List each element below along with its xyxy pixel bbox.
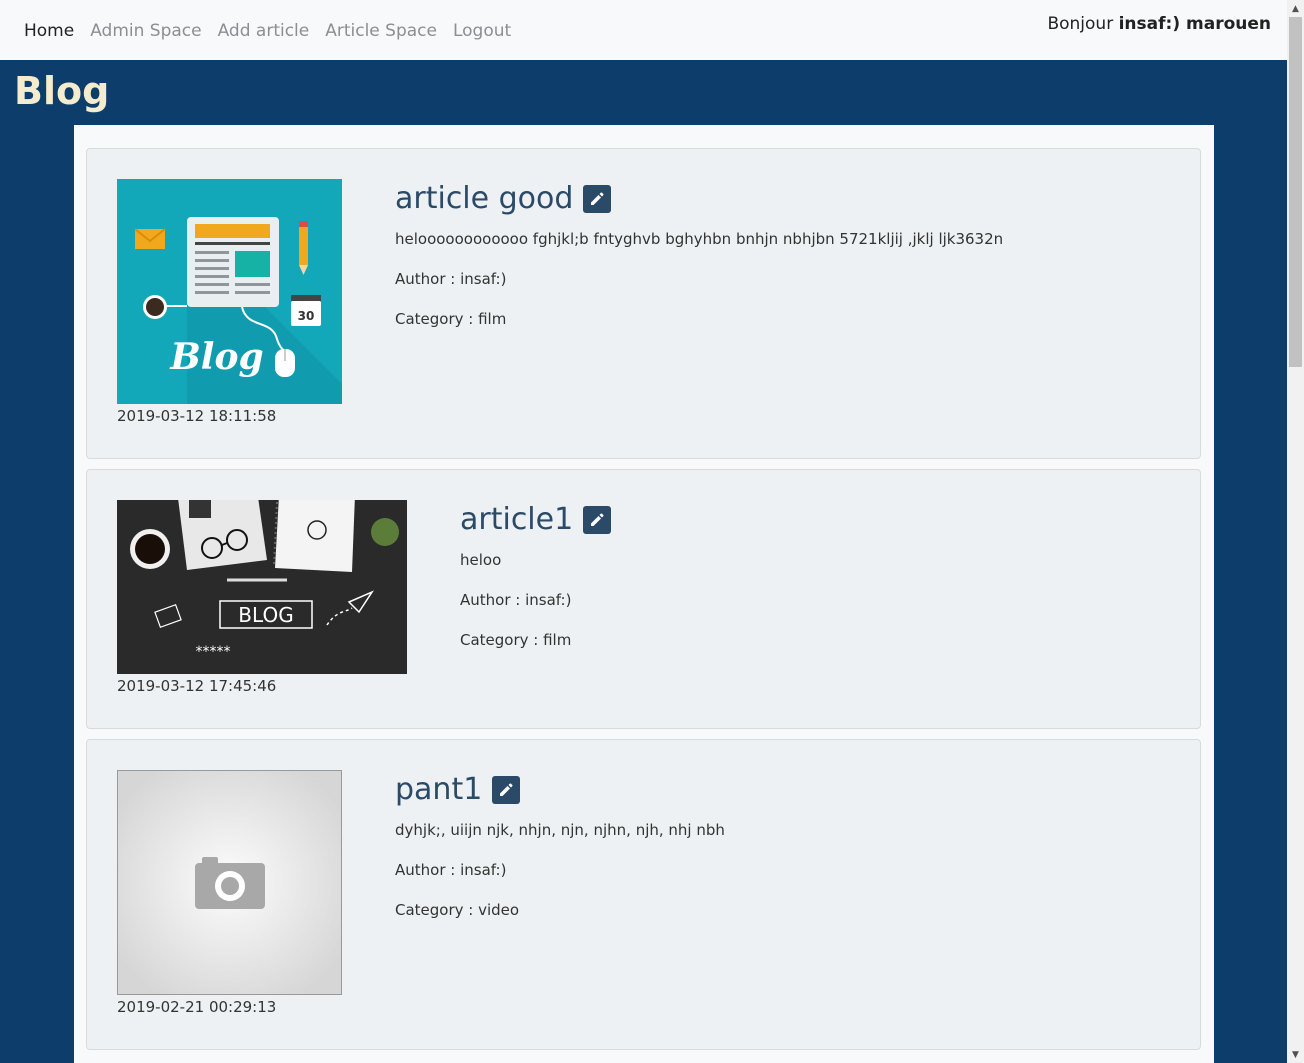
nav-article-space[interactable]: Article Space bbox=[325, 19, 437, 43]
article-date: 2019-03-12 18:11:58 bbox=[117, 407, 277, 425]
article-author: Author : insaf:) bbox=[395, 861, 507, 879]
stars-doodle: ***** bbox=[196, 644, 231, 660]
article-title-row: pant1 bbox=[395, 770, 725, 810]
article-description: dyhjk;, uiijn njk, nhjn, njn, njhn, njh,… bbox=[395, 821, 725, 839]
article-title[interactable]: article1 bbox=[460, 500, 573, 540]
nav-links: Home Admin Space Add article Article Spa… bbox=[24, 19, 527, 43]
article-date: 2019-03-12 17:45:46 bbox=[117, 677, 277, 695]
articles-container: 30 Blog 2019-03-12 18:11:58 article good… bbox=[74, 125, 1214, 1063]
camera-placeholder-icon bbox=[118, 771, 341, 994]
scrollbar-thumb[interactable] bbox=[1289, 17, 1302, 367]
edit-article-button[interactable] bbox=[583, 506, 612, 534]
nav-home[interactable]: Home bbox=[24, 19, 74, 43]
article-category: Category : film bbox=[460, 631, 572, 649]
article-body: pant1 dyhjk;, uiijn njk, nhjn, njn, njhn… bbox=[395, 770, 725, 920]
blog-desk-photo: BLOG ***** bbox=[117, 500, 407, 674]
greeting-prefix: Bonjour bbox=[1047, 14, 1114, 34]
article-title-row: article good bbox=[395, 179, 1003, 219]
pencil-icon bbox=[591, 513, 604, 526]
top-navbar: Home Admin Space Add article Article Spa… bbox=[0, 0, 1287, 60]
user-greeting: Bonjour insaf:) marouen bbox=[1047, 12, 1271, 36]
blog-illustration-icon: 30 Blog bbox=[117, 179, 342, 404]
article-body: article good heloooooooooooo fghjkl;b fn… bbox=[395, 179, 1003, 329]
greeting-username: insaf:) marouen bbox=[1118, 14, 1271, 34]
article-title-row: article1 bbox=[460, 500, 612, 540]
article-description: heloo bbox=[460, 551, 502, 569]
article-author: Author : insaf:) bbox=[460, 591, 572, 609]
nav-logout[interactable]: Logout bbox=[453, 19, 511, 43]
placeholder-image[interactable] bbox=[117, 770, 342, 995]
article-category: Category : film bbox=[395, 310, 507, 328]
scroll-down-arrow-icon[interactable]: ▼ bbox=[1287, 1046, 1304, 1063]
scroll-up-arrow-icon[interactable]: ▲ bbox=[1287, 0, 1304, 17]
pencil-icon bbox=[500, 783, 513, 796]
pencil-icon bbox=[591, 192, 604, 205]
article-title[interactable]: pant1 bbox=[395, 770, 482, 810]
blog-desk-label: BLOG bbox=[238, 603, 293, 627]
calendar-day-label: 30 bbox=[298, 309, 315, 323]
article-category: Category : video bbox=[395, 901, 520, 919]
article-body: article1 heloo Author : insaf:) Category… bbox=[460, 500, 612, 650]
page-title: Blog bbox=[14, 69, 110, 113]
nav-admin-space[interactable]: Admin Space bbox=[90, 19, 201, 43]
nav-add-article[interactable]: Add article bbox=[218, 19, 310, 43]
page-scrollbar[interactable]: ▲ ▼ bbox=[1287, 0, 1304, 1063]
blog-script-label: Blog bbox=[169, 336, 263, 378]
article-card: 2019-02-21 00:29:13 pant1 dyhjk;, uiijn … bbox=[86, 739, 1201, 1050]
article-card: BLOG ***** 2019-03-12 17:45:46 article1 … bbox=[86, 469, 1201, 729]
article-description: heloooooooooooo fghjkl;b fntyghvb bghyhb… bbox=[395, 230, 1004, 248]
article-date: 2019-02-21 00:29:13 bbox=[117, 998, 277, 1016]
edit-article-button[interactable] bbox=[492, 776, 521, 804]
blog-desk-image[interactable]: BLOG ***** bbox=[117, 500, 407, 674]
article-card: 30 Blog 2019-03-12 18:11:58 article good… bbox=[86, 148, 1201, 459]
blog-illustration-image[interactable]: 30 Blog bbox=[117, 179, 342, 404]
article-title[interactable]: article good bbox=[395, 179, 573, 219]
article-author: Author : insaf:) bbox=[395, 270, 507, 288]
edit-article-button[interactable] bbox=[583, 185, 612, 213]
